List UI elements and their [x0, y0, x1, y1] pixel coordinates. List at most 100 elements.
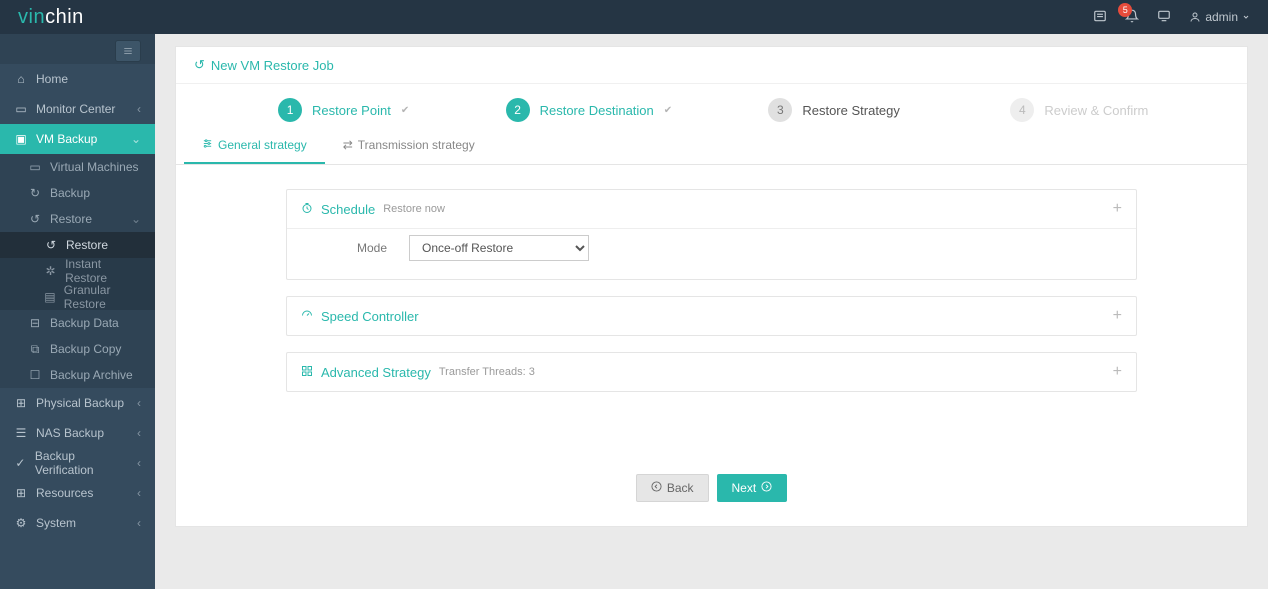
strategy-content: Schedule Restore now + Mode Once-off Res… [176, 165, 1247, 458]
panel-schedule: Schedule Restore now + Mode Once-off Res… [286, 189, 1137, 280]
sidebar: ⌂ Home ▭ Monitor Center ‹ ▣ VM Backup ⌄ … [0, 34, 155, 589]
sidebar-item-label: Backup Verification [35, 449, 129, 477]
chevron-left-icon: ‹ [137, 426, 141, 440]
sidebar-item-granular-restore[interactable]: ▤ Granular Restore [0, 284, 155, 310]
sidebar-item-vm-backup[interactable]: ▣ VM Backup ⌄ [0, 124, 155, 154]
notification-icon[interactable]: 5 [1125, 9, 1139, 26]
monitor-center-icon: ▭ [14, 102, 28, 116]
sidebar-item-virtual-machines[interactable]: ▭Virtual Machines [0, 154, 155, 180]
strategy-tabs: General strategy ⇄ Transmission strategy [176, 128, 1247, 165]
chevron-down-icon: ⌄ [131, 132, 141, 146]
step-restore-point[interactable]: 1 Restore Point ✔ [236, 98, 451, 122]
step-label: Restore Point [312, 103, 391, 118]
page-title: New VM Restore Job [211, 58, 334, 73]
sidebar-restore-submenu: ↺Restore ✲Instant Restore ▤ Granular Rest… [0, 232, 155, 310]
gauge-icon [301, 309, 313, 324]
sidebar-item-label: Granular Restore [64, 283, 141, 311]
sidebar-item-label: Instant Restore [65, 257, 141, 285]
sidebar-item-physical-backup[interactable]: ⊞Physical Backup‹ [0, 388, 155, 418]
wizard-footer: Back Next [176, 458, 1247, 526]
sidebar-item-label: Physical Backup [36, 396, 124, 410]
user-label: admin [1205, 10, 1238, 24]
sidebar-item-label: Monitor Center [36, 102, 115, 116]
plus-icon: + [1113, 363, 1122, 381]
sidebar-item-backup-copy[interactable]: ⧉Backup Copy [0, 336, 155, 362]
panel-speed-header[interactable]: Speed Controller + [287, 297, 1136, 335]
clock-icon [301, 202, 313, 217]
panel-schedule-header[interactable]: Schedule Restore now + [287, 190, 1136, 228]
sliders-icon [202, 138, 213, 152]
sidebar-item-system[interactable]: ⚙System‹ [0, 508, 155, 538]
main-content: ↺ New VM Restore Job 1 Restore Point ✔ 2… [155, 34, 1268, 589]
chevron-left-icon: ‹ [137, 396, 141, 410]
chevron-left-icon: ‹ [137, 456, 141, 470]
menu-toggle-button[interactable] [115, 40, 141, 62]
sidebar-item-label: Backup [50, 186, 90, 200]
step-restore-destination[interactable]: 2 Restore Destination ✔ [481, 98, 696, 122]
back-button[interactable]: Back [636, 474, 709, 502]
sidebar-item-label: NAS Backup [36, 426, 104, 440]
sidebar-item-resources[interactable]: ⊞Resources‹ [0, 478, 155, 508]
restore-icon: ↺ [44, 238, 58, 252]
step-review-confirm[interactable]: 4 Review & Confirm [972, 98, 1187, 122]
sidebar-item-backup-verification[interactable]: ✓Backup Verification‹ [0, 448, 155, 478]
panel-subtitle: Restore now [383, 203, 445, 215]
grid-icon [301, 365, 313, 380]
sidebar-item-label: System [36, 516, 76, 530]
restore-icon: ↺ [28, 212, 42, 226]
sidebar-item-instant-restore[interactable]: ✲Instant Restore [0, 258, 155, 284]
archive-icon: ☐ [28, 368, 42, 382]
sidebar-item-restore[interactable]: ↺Restore⌄ [0, 206, 155, 232]
step-label: Review & Confirm [1044, 103, 1148, 118]
sidebar-item-home[interactable]: ⌂ Home [0, 64, 155, 94]
refresh-icon: ↻ [28, 186, 42, 200]
step-number: 1 [278, 98, 302, 122]
mode-label: Mode [307, 241, 387, 255]
sidebar-item-nas-backup[interactable]: ☰NAS Backup‹ [0, 418, 155, 448]
panel-advanced-strategy: Advanced Strategy Transfer Threads: 3 + [286, 352, 1137, 392]
sidebar-item-backup-data[interactable]: ⊟ Backup Data [0, 310, 155, 336]
mode-select[interactable]: Once-off Restore [409, 235, 589, 261]
panel-title: Speed Controller [321, 309, 419, 324]
sidebar-item-label: Backup Data [50, 316, 119, 330]
data-icon: ⊟ [28, 316, 42, 330]
panel-title: Schedule [321, 202, 375, 217]
monitor-icon[interactable] [1157, 9, 1171, 26]
plus-icon: + [1113, 200, 1122, 218]
panel-advanced-header[interactable]: Advanced Strategy Transfer Threads: 3 + [287, 353, 1136, 391]
sidebar-vm-submenu: ▭Virtual Machines ↻Backup ↺Restore⌄ ↺Res… [0, 154, 155, 388]
sidebar-item-backup[interactable]: ↻ Backup [0, 180, 155, 206]
restore-job-icon: ↺ [194, 57, 205, 73]
tab-transmission-strategy[interactable]: ⇄ Transmission strategy [325, 128, 493, 164]
brand-vin: vin [18, 6, 45, 29]
user-menu[interactable]: admin [1189, 10, 1250, 24]
panel-schedule-body: Mode Once-off Restore [287, 228, 1136, 279]
top-bar-right: 5 admin [1093, 9, 1250, 26]
notification-badge: 5 [1118, 3, 1132, 17]
brand-logo: vinchin [18, 6, 84, 29]
panel-title: Advanced Strategy [321, 365, 431, 380]
check-icon: ✔ [664, 105, 672, 116]
chevron-left-icon: ‹ [137, 102, 141, 116]
top-bar: vinchin 5 admin [0, 0, 1268, 34]
step-restore-strategy[interactable]: 3 Restore Strategy [727, 98, 942, 122]
back-label: Back [667, 481, 694, 495]
next-label: Next [732, 481, 757, 495]
sidebar-item-backup-archive[interactable]: ☐ Backup Archive [0, 362, 155, 388]
sidebar-item-label: Backup Archive [50, 368, 133, 382]
chevron-down-icon: ⌄ [131, 212, 141, 226]
sidebar-item-label: Home [36, 72, 68, 86]
panel-speed-controller: Speed Controller + [286, 296, 1137, 336]
tab-general-strategy[interactable]: General strategy [184, 128, 325, 164]
gear-icon: ⚙ [14, 516, 28, 530]
granular-icon: ▤ [44, 290, 56, 304]
sidebar-item-label: Backup Copy [50, 342, 121, 356]
plus-icon: + [1113, 307, 1122, 325]
step-number: 4 [1010, 98, 1034, 122]
sidebar-item-monitor-center[interactable]: ▭ Monitor Center ‹ [0, 94, 155, 124]
menu-toggle-row [0, 34, 155, 64]
panel-subtitle: Transfer Threads: 3 [439, 366, 535, 378]
list-icon[interactable] [1093, 9, 1107, 26]
next-button[interactable]: Next [717, 474, 788, 502]
sidebar-item-restore-sub[interactable]: ↺Restore [0, 232, 155, 258]
